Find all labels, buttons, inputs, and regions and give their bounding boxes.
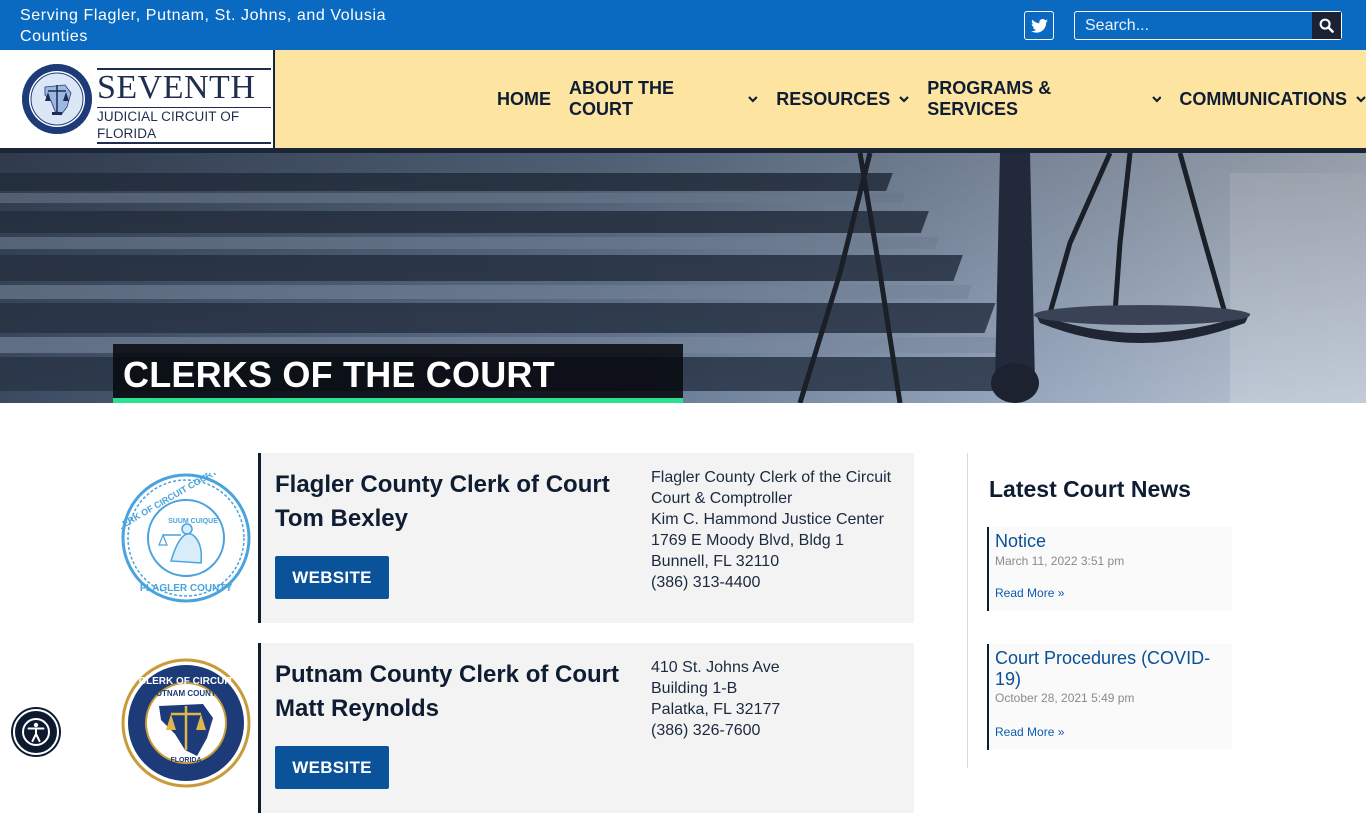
- website-button[interactable]: WEBSITE: [275, 556, 389, 599]
- svg-text:CLERK OF CIRCUIT: CLERK OF CIRCUIT: [139, 676, 233, 687]
- chevron-down-icon: [1151, 96, 1162, 103]
- clerk-office-title: Putnam County Clerk of Court: [275, 661, 620, 688]
- nav-home[interactable]: HOME: [497, 89, 551, 110]
- clerk-card-putnam: CLERK OF CIRCUIT PUTNAM COUNTY FLORIDA P…: [113, 643, 914, 813]
- twitter-button[interactable]: [1024, 11, 1054, 40]
- nav-programs-services[interactable]: PROGRAMS & SERVICES: [927, 78, 1162, 120]
- news-item: Notice March 11, 2022 3:51 pm Read More …: [987, 527, 1232, 611]
- address-line: Bunnell, FL 32110: [651, 553, 780, 570]
- search-input[interactable]: [1075, 12, 1313, 39]
- address-line: Kim C. Hammond Justice Center: [651, 511, 884, 528]
- flagler-clerk-seal-icon: CLERK OF CIRCUIT COURT FLAGLER COUNTY SU…: [121, 473, 251, 603]
- search-icon: [1319, 18, 1334, 33]
- page-title: CLERKS OF THE COURT: [123, 354, 555, 395]
- news-date: October 28, 2021 5:49 pm: [995, 691, 1135, 705]
- chevron-down-icon: [899, 96, 910, 103]
- clerk-address: 410 St. Johns Ave Building 1-B Palatka, …: [651, 657, 906, 741]
- site-wordmark: SEVENTH JUDICIAL CIRCUIT OF FLORIDA: [97, 68, 271, 144]
- twitter-icon: [1030, 18, 1048, 33]
- search-submit-button[interactable]: [1312, 12, 1341, 39]
- address-line: Building 1-B: [651, 680, 738, 697]
- latest-news-heading: Latest Court News: [989, 476, 1191, 502]
- nav-home-label: HOME: [497, 88, 551, 109]
- circuit-seal-icon: [22, 64, 92, 134]
- address-line: 1769 E Moody Blvd, Bldg 1: [651, 532, 845, 549]
- chevron-down-icon: [748, 96, 759, 103]
- nav-about-the-court[interactable]: ABOUT THE COURT: [569, 78, 759, 120]
- nav-communications[interactable]: COMMUNICATIONS: [1179, 89, 1366, 110]
- news-date: March 11, 2022 3:51 pm: [995, 554, 1125, 568]
- clerk-office-name: Flagler County Clerk of Court Tom Bexley: [275, 468, 635, 536]
- site-logo[interactable]: SEVENTH JUDICIAL CIRCUIT OF FLORIDA: [0, 50, 275, 148]
- top-bar: Serving Flagler, Putnam, St. Johns, and …: [0, 0, 1366, 50]
- accessibility-button[interactable]: [13, 709, 59, 755]
- svg-text:FLORIDA: FLORIDA: [170, 757, 201, 764]
- clerk-person-name: Tom Bexley: [275, 505, 408, 532]
- accessibility-icon: [22, 718, 50, 746]
- read-more-link[interactable]: Read More »: [995, 586, 1064, 600]
- chevron-down-icon: [1356, 96, 1366, 103]
- news-item: Court Procedures (COVID-19) October 28, …: [987, 644, 1232, 750]
- phone-number: (386) 313-4400: [651, 574, 761, 591]
- clerk-card-panel: Putnam County Clerk of Court Matt Reynol…: [258, 643, 914, 813]
- sidebar-divider: [967, 453, 968, 768]
- clerk-person-name: Matt Reynolds: [275, 695, 440, 722]
- news-title-link[interactable]: Court Procedures (COVID-19): [995, 648, 1220, 690]
- svg-text:PUTNAM COUNTY: PUTNAM COUNTY: [151, 689, 222, 698]
- nav-resources-label: RESOURCES: [776, 88, 891, 109]
- address-line: Flagler County Clerk of the Circuit Cour…: [651, 469, 892, 507]
- page-title-banner: CLERKS OF THE COURT: [113, 344, 683, 403]
- svg-text:FLAGLER COUNTY: FLAGLER COUNTY: [140, 583, 233, 594]
- site-header: SEVENTH JUDICIAL CIRCUIT OF FLORIDA HOME…: [0, 50, 1366, 148]
- service-area-tagline: Serving Flagler, Putnam, St. Johns, and …: [20, 7, 387, 45]
- news-title-link[interactable]: Notice: [995, 531, 1220, 552]
- nav-communications-label: COMMUNICATIONS: [1179, 88, 1347, 109]
- putnam-clerk-seal-icon: CLERK OF CIRCUIT PUTNAM COUNTY FLORIDA: [121, 658, 251, 788]
- search-box: [1074, 11, 1342, 40]
- address-line: 410 St. Johns Ave: [651, 659, 780, 676]
- clerk-card-panel: Flagler County Clerk of Court Tom Bexley…: [258, 453, 914, 623]
- nav-about-label: ABOUT THE COURT: [569, 78, 674, 119]
- clerk-office-title: Flagler County Clerk of Court: [275, 471, 610, 498]
- svg-text:SUUM CUIQUE: SUUM CUIQUE: [168, 518, 218, 525]
- clerk-card-flagler: CLERK OF CIRCUIT COURT FLAGLER COUNTY SU…: [113, 453, 914, 623]
- clerk-address: Flagler County Clerk of the Circuit Cour…: [651, 467, 906, 593]
- nav-programs-label: PROGRAMS & SERVICES: [927, 78, 1052, 119]
- clerk-office-name: Putnam County Clerk of Court Matt Reynol…: [275, 658, 635, 726]
- read-more-link[interactable]: Read More »: [995, 725, 1064, 739]
- phone-number: (386) 326-7600: [651, 722, 761, 739]
- wordmark-seventh: SEVENTH: [97, 68, 271, 106]
- main-nav: HOME ABOUT THE COURT RESOURCES PROGRAMS …: [490, 50, 1366, 148]
- nav-resources[interactable]: RESOURCES: [776, 88, 910, 110]
- wordmark-subtitle: JUDICIAL CIRCUIT OF FLORIDA: [97, 107, 271, 144]
- address-line: Palatka, FL 32177: [651, 701, 781, 718]
